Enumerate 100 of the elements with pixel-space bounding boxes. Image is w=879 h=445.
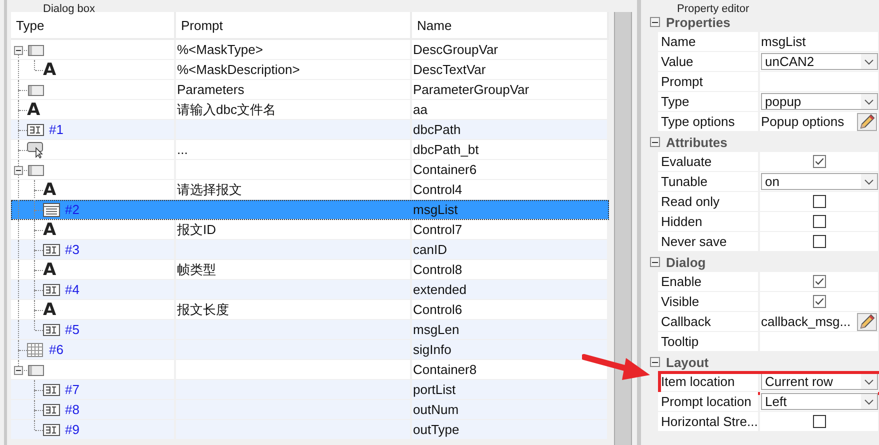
edit-field-icon [27,122,45,138]
collapse-icon[interactable] [14,366,23,374]
tree-row[interactable]: %<MaskType> DescGroupVar [11,40,609,60]
tree-row[interactable]: A %<MaskDescription> DescTextVar [11,60,609,80]
tree-row[interactable]: Parameters ParameterGroupVar [11,80,609,100]
type-label: #4 [65,282,80,297]
type-label: #1 [49,122,64,137]
type-label: #9 [65,422,80,437]
property-label: Tooltip [658,332,758,351]
prompt-text: 帧类型 [177,260,216,278]
scrollbar[interactable] [614,12,632,445]
checkbox[interactable] [813,155,826,168]
prompt-text: 报文长度 [177,300,229,318]
property-label: Horizontal Stre... [658,412,758,431]
collapse-icon[interactable] [14,46,23,54]
table-icon [27,342,45,358]
value-cell[interactable] [760,332,878,351]
collapse-icon[interactable] [650,137,660,147]
dropdown[interactable]: Current row [761,373,878,390]
tree-row[interactable]: Container6 [11,160,609,180]
pencil-button[interactable] [857,312,877,330]
tree-row[interactable]: #3 canID [11,240,609,260]
name-text: Control7 [413,222,462,237]
name-text: ParameterGroupVar [413,82,530,97]
text-type-icon: A [27,100,45,119]
section-title: Dialog [666,254,706,270]
name-text: Control8 [413,262,462,277]
property-label: Value [658,52,758,71]
prompt-text: ... [177,142,188,157]
tree-row[interactable]: ... dbcPath_bt [11,140,609,160]
push-button-icon [27,140,45,158]
property-label: Evaluate [658,152,758,171]
edit-field-icon [43,322,61,338]
dropdown[interactable]: popup [761,93,878,110]
property-label: Type [658,92,758,111]
edit-field-icon [43,422,61,438]
section-title: Attributes [666,134,728,150]
checkbox[interactable] [813,275,826,288]
text-type-icon: A [43,260,61,279]
collapse-icon[interactable] [650,357,660,367]
type-label: #8 [65,402,80,417]
name-text: extended [413,282,466,297]
type-label: #5 [65,322,80,337]
column-header[interactable]: Prompt [176,12,412,38]
edit-field-icon [43,242,61,258]
tree-row[interactable]: #6 sigInfo [11,340,609,360]
name-text: dbcPath [413,122,461,137]
list-box-icon [43,202,61,218]
tree-row[interactable]: #1 dbcPath [11,120,609,140]
pencil-button[interactable] [857,112,877,130]
property-label: Tunable [658,172,758,191]
prompt-text: %<MaskDescription> [177,62,300,77]
collapse-icon[interactable] [14,166,23,174]
arrow-annotation [582,353,652,381]
name-text: outNum [413,402,459,417]
checkbox[interactable] [813,215,826,228]
column-header[interactable]: Name [412,12,609,38]
prompt-text: 报文ID [177,220,216,238]
section-title: Layout [666,354,709,370]
tree-row[interactable]: #8 outNum [11,400,609,420]
name-text: portList [413,382,456,397]
dropdown[interactable]: Left [761,393,878,410]
type-label: #6 [49,342,64,357]
name-text: msgLen [413,322,460,337]
chevron-down-icon [864,398,874,406]
property-label: Hidden [658,212,758,231]
checkbox[interactable] [813,195,826,208]
panel-title: Property editor [677,3,750,15]
checkbox[interactable] [813,415,826,428]
name-text: canID [413,242,447,257]
prompt-text: 请选择报文 [177,180,242,198]
property-label: Enable [658,272,758,291]
name-text: Control4 [413,182,462,197]
panel-title: Dialog box [43,3,95,15]
tree-row[interactable]: #9 outType [11,420,609,440]
property-label: Prompt [658,72,758,91]
tree-row[interactable]: #7 portList [11,380,609,400]
collapse-icon[interactable] [650,17,660,27]
tree-row[interactable]: #5 msgLen [11,320,609,340]
section-title: Properties [666,14,730,30]
edit-field-icon [43,282,61,298]
property-label: Callback [658,312,758,331]
property-label: Never save [658,232,758,251]
property-value: Popup options [761,114,846,129]
chevron-down-icon [864,378,874,386]
collapse-icon[interactable] [650,257,660,267]
property-value: callback_msg... [761,314,852,329]
name-text: dbcPath_bt [413,142,479,157]
property-label: Name [658,32,758,51]
checkbox[interactable] [813,295,826,308]
dropdown[interactable]: unCAN2 [761,53,878,70]
tree-row[interactable]: #2 msgList [11,200,609,220]
checkbox[interactable] [813,235,826,248]
dropdown[interactable]: on [761,173,878,190]
text-type-icon: A [43,300,61,319]
name-text: msgList [413,202,458,217]
tree-row[interactable]: #4 extended [11,280,609,300]
name-text: DescGroupVar [413,42,498,57]
name-text: Container8 [413,362,477,377]
type-label: #7 [65,382,80,397]
